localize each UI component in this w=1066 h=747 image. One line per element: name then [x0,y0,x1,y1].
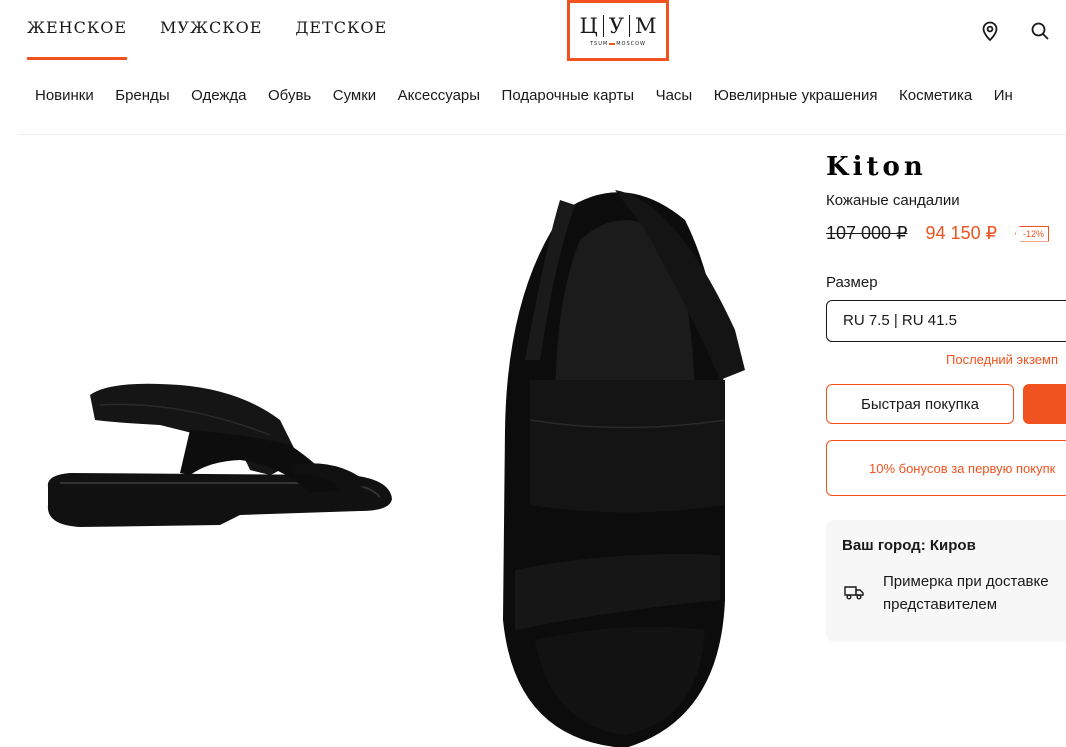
logo-subtitle: TSUM MOSCOW [590,41,646,47]
nav-item-watches[interactable]: Часы [656,87,693,104]
logo-letter: Ц [579,14,598,38]
size-select[interactable]: RU 7.5 | RU 41.5 [826,300,1066,342]
nav-item-shoes[interactable]: Обувь [268,87,311,104]
search-icon[interactable] [1029,20,1051,42]
city-title[interactable]: Ваш город: Киров [842,537,1066,554]
tab-women[interactable]: ЖЕНСКОЕ [27,0,128,62]
product-name: Кожаные сандалии [826,192,960,209]
bonus-banner[interactable]: 10% бонусов за первую покупк [826,440,1066,496]
tsum-logo[interactable]: Ц У М TSUM MOSCOW [567,0,669,61]
logo-letter: У [608,14,624,38]
nav-item-cosmetics[interactable]: Косметика [899,87,972,104]
category-nav: Новинки Бренды Одежда Обувь Сумки Аксесс… [35,87,1034,104]
gender-tabs: ЖЕНСКОЕ МУЖСКОЕ ДЕТСКОЕ [27,0,420,62]
logo-letter: М [635,14,657,38]
product-info: Kiton Кожаные сандалии 107 000 ₽ 94 150 … [826,150,1066,642]
nav-item-clothes[interactable]: Одежда [191,87,246,104]
add-to-cart-button[interactable] [1023,384,1066,424]
tab-kids[interactable]: ДЕТСКОЕ [295,0,387,62]
product-image-side[interactable] [40,375,400,545]
new-price: 94 150 ₽ [925,223,998,243]
nav-item-brands[interactable]: Бренды [115,87,169,104]
product-image-top[interactable] [495,180,755,747]
nav-item-bags[interactable]: Сумки [333,87,376,104]
delivery-box: Ваш город: Киров Примерка при доставке п… [826,520,1066,642]
product-gallery [0,135,800,747]
stock-note: Последний экземп [946,352,1058,367]
site-header: ЖЕНСКОЕ МУЖСКОЕ ДЕТСКОЕ Ц У М TSUM MOSCOW [0,0,1066,62]
nav-item-new[interactable]: Новинки [35,87,94,104]
nav-item-jewelry[interactable]: Ювелирные украшения [714,87,878,104]
nav-item-more[interactable]: Ин [994,87,1013,104]
location-pin-icon[interactable] [979,20,1001,42]
price-row: 107 000 ₽ 94 150 ₽ -12% [826,223,1066,244]
size-label: Размер [826,274,878,291]
delivery-text: Примерка при доставке представителем [883,573,1049,613]
old-price: 107 000 ₽ [826,223,908,243]
truck-icon [844,586,864,600]
nav-item-accessories[interactable]: Аксессуары [398,87,480,104]
brand-name[interactable]: Kiton [826,150,1066,184]
quick-buy-button[interactable]: Быстрая покупка [826,384,1014,424]
discount-badge: -12% [1015,225,1050,242]
nav-item-gift-cards[interactable]: Подарочные карты [502,87,635,104]
tab-men[interactable]: МУЖСКОЕ [160,0,262,62]
